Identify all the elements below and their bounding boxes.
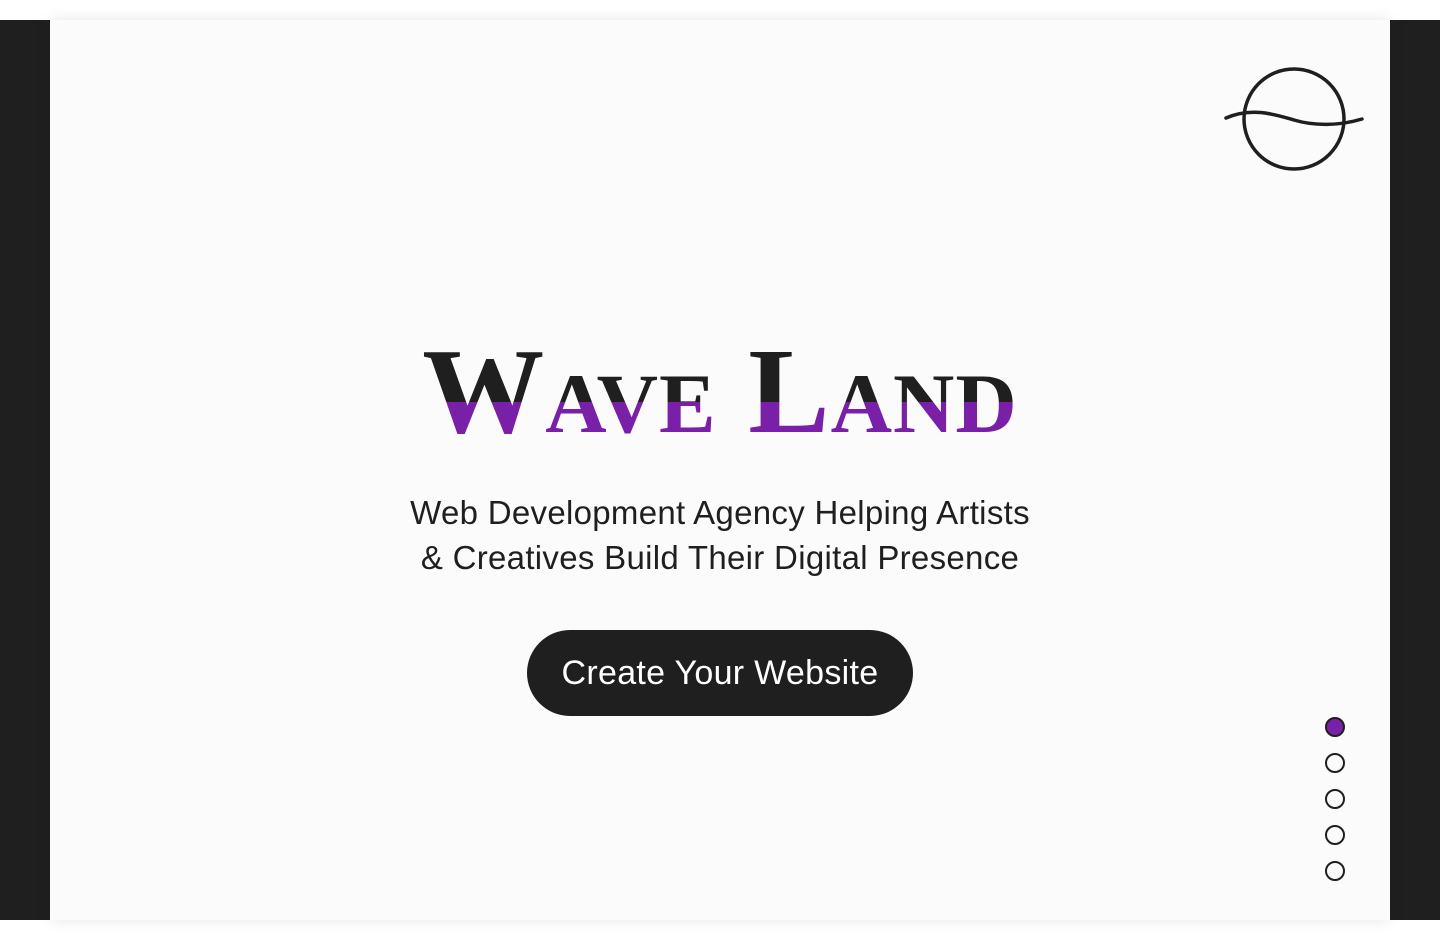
hero-subtitle-line-2: & Creatives Build Their Digital Presence xyxy=(420,539,1020,576)
create-website-button[interactable]: Create Your Website xyxy=(527,630,913,716)
section-pagination xyxy=(1325,717,1345,883)
brand-title: Wave Land Wave Land xyxy=(50,322,1390,452)
pagination-dot-5[interactable] xyxy=(1325,861,1345,881)
planet-wave-icon[interactable] xyxy=(1224,64,1364,174)
hero-section: Wave Land Wave Land Web Development Agen… xyxy=(50,20,1390,920)
logo-graphic xyxy=(1224,67,1364,171)
pagination-dot-1[interactable] xyxy=(1325,717,1345,737)
pagination-dot-2[interactable] xyxy=(1325,753,1345,773)
pagination-dot-3[interactable] xyxy=(1325,789,1345,809)
pagination-dot-4[interactable] xyxy=(1325,825,1345,845)
hero-subtitle: Web Development Agency Helping Artists &… xyxy=(50,490,1390,580)
hero-subtitle-line-1: Web Development Agency Helping Artists xyxy=(410,494,1030,531)
